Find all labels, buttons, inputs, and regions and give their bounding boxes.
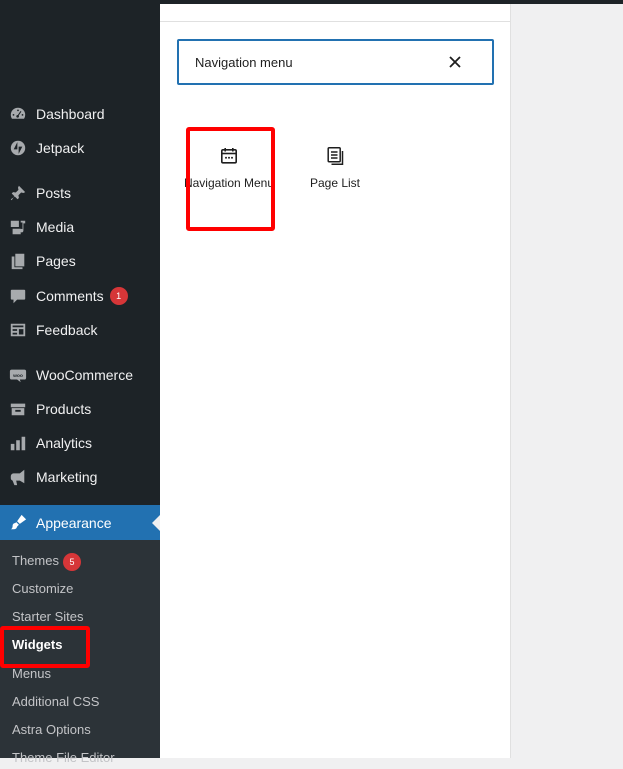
pushpin-icon	[8, 183, 28, 203]
block-page-list[interactable]: Page List	[289, 144, 381, 190]
current-menu-arrow	[152, 514, 160, 531]
menu-item-comments[interactable]: Comments 1	[0, 279, 160, 313]
submenu-item-customize[interactable]: Customize	[12, 578, 73, 600]
jetpack-icon	[8, 138, 28, 158]
comment-icon	[8, 286, 28, 306]
menu-item-dashboard[interactable]: Dashboard	[0, 97, 160, 131]
menu-item-posts[interactable]: Posts	[0, 176, 160, 210]
menu-label: Appearance	[36, 514, 112, 531]
dashboard-icon	[8, 104, 28, 124]
submenu-item-starter-sites[interactable]: Starter Sites	[12, 606, 84, 628]
block-label: Page List	[309, 176, 361, 190]
submenu-label: Themes	[12, 553, 59, 568]
svg-text:woo: woo	[12, 374, 23, 379]
menu-item-woocommerce[interactable]: woo WooCommerce	[0, 358, 160, 392]
menu-item-media[interactable]: Media	[0, 210, 160, 244]
megaphone-icon	[8, 467, 28, 487]
media-icon	[8, 217, 28, 237]
submenu-item-theme-file-editor[interactable]: Theme File Editor	[12, 747, 115, 769]
page-list-icon	[289, 144, 381, 168]
archive-icon	[8, 399, 28, 419]
menu-item-jetpack[interactable]: Jetpack	[0, 131, 160, 165]
close-icon[interactable]	[446, 53, 464, 71]
menu-label: Pages	[36, 253, 76, 269]
block-navigation-menu[interactable]: Navigation Menu	[183, 144, 275, 190]
panel-divider	[160, 21, 510, 22]
block-label: Navigation Menu	[183, 176, 275, 190]
submenu-item-widgets[interactable]: Widgets	[12, 634, 62, 656]
submenu-item-astra-options[interactable]: Astra Options	[12, 719, 91, 741]
menu-label: Marketing	[36, 469, 98, 485]
menu-label: Dashboard	[36, 106, 105, 122]
menu-label: Comments	[36, 288, 104, 304]
themes-update-badge: 5	[62, 553, 81, 571]
submenu-item-menus[interactable]: Menus	[12, 663, 51, 685]
admin-sidebar: Dashboard Jetpack Posts Media Pages Comm…	[0, 0, 160, 765]
menu-label: Jetpack	[36, 140, 85, 156]
bar-chart-icon	[8, 433, 28, 453]
appearance-submenu: Themes 5 Customize Starter Sites Widgets …	[0, 540, 160, 765]
paintbrush-icon	[8, 513, 28, 533]
menu-item-marketing[interactable]: Marketing	[0, 460, 160, 494]
menu-label: Products	[36, 401, 92, 417]
block-inserter-panel: Navigation Menu Page List	[160, 4, 511, 758]
submenu-item-additional-css[interactable]: Additional CSS	[12, 691, 99, 713]
block-search-box	[177, 39, 494, 85]
menu-label: Feedback	[36, 322, 98, 338]
comments-count-badge: 1	[109, 287, 128, 305]
menu-item-products[interactable]: Products	[0, 392, 160, 426]
menu-item-pages[interactable]: Pages	[0, 244, 160, 278]
menu-item-feedback[interactable]: Feedback	[0, 313, 160, 347]
block-search-input[interactable]	[193, 53, 437, 71]
feedback-icon	[8, 320, 28, 340]
menu-item-appearance[interactable]: Appearance	[0, 505, 160, 540]
menu-label: Posts	[36, 185, 72, 201]
editor-canvas-area	[511, 4, 623, 758]
woocommerce-icon: woo	[8, 365, 28, 385]
menu-label: WooCommerce	[36, 367, 133, 383]
menu-label: Analytics	[36, 435, 93, 451]
submenu-item-themes[interactable]: Themes 5	[12, 550, 81, 572]
menu-label: Media	[36, 219, 75, 235]
menu-item-analytics[interactable]: Analytics	[0, 426, 160, 460]
pages-icon	[8, 251, 28, 271]
navigation-icon	[183, 144, 275, 168]
